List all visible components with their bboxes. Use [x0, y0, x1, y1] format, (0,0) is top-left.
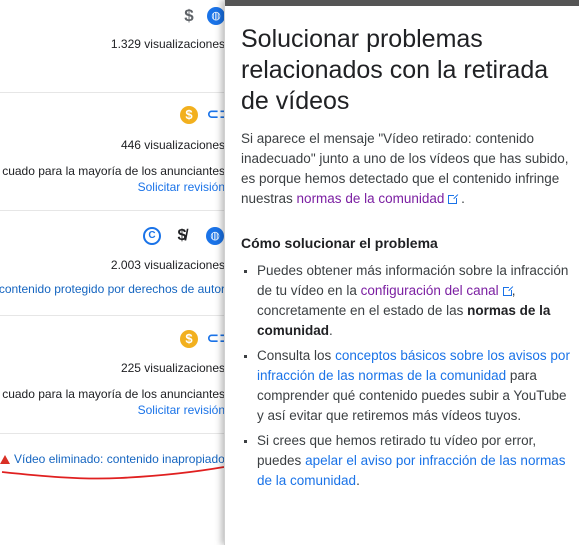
copyright-status-link[interactable]: contenido protegido por derechos de auto… [0, 282, 225, 296]
request-review-link[interactable]: Solicitar revisión [138, 180, 225, 194]
intro-end: . [461, 191, 465, 206]
request-review-link[interactable]: Solicitar revisión [138, 403, 225, 417]
section-heading: Cómo solucionar el problema [241, 235, 438, 251]
external-link-icon [448, 193, 460, 204]
help-article-title: Solucionar problemas relacionados con la… [241, 25, 549, 115]
panel-top-bar [225, 0, 579, 6]
copyright-icon[interactable]: C [143, 227, 161, 245]
video-row: $ ⊂⊃ 225 visualizaciones cuado para la m… [0, 315, 225, 434]
external-link-icon [502, 285, 514, 296]
intro-paragraph: Si aparece el mensaje "Vídeo retirado: c… [241, 129, 571, 209]
help-panel: Solucionar problemas relacionados con la… [224, 0, 579, 545]
globe-icon[interactable]: ◍ [206, 227, 224, 245]
view-count: 2.003 visualizaciones [110, 258, 225, 272]
ad-suitability-status: cuado para la mayoría de los anunciantes [2, 387, 225, 401]
community-guidelines-link[interactable]: normas de la comunidad [297, 191, 460, 206]
red-annotation-underline [1, 466, 225, 480]
ad-suitability-status: cuado para la mayoría de los anunciantes [2, 164, 225, 178]
link-icon[interactable]: ⊂⊃ [206, 330, 225, 348]
monetization-on-icon[interactable]: $ [180, 330, 198, 348]
list-item: Si crees que hemos retirado tu vídeo por… [241, 431, 571, 491]
monetization-on-icon[interactable]: $ [180, 106, 198, 124]
globe-icon[interactable]: ◍ [207, 7, 225, 25]
channel-settings-link[interactable]: configuración del canal [361, 283, 514, 298]
list-item: Consulta los conceptos básicos sobre los… [241, 346, 571, 426]
list-item: Puedes obtener más información sobre la … [241, 261, 571, 341]
view-count: 225 visualizaciones [120, 361, 225, 375]
monetization-off-icon[interactable]: $ [180, 7, 198, 25]
video-row: C $̸ ◍ 2.003 visualizaciones contenido p… [0, 210, 225, 316]
video-row: $ ◍ 1.329 visualizaciones [0, 0, 225, 93]
view-count: 1.329 visualizaciones [110, 37, 225, 51]
video-row: $ ⊂⊃ 446 visualizaciones cuado para la m… [0, 92, 225, 211]
appeal-strike-link[interactable]: apelar el aviso por infracción de las no… [257, 453, 565, 488]
video-list: $ ◍ 1.329 visualizaciones $ ⊂⊃ 446 visua… [0, 0, 225, 545]
link-icon[interactable]: ⊂⊃ [206, 106, 225, 124]
monetization-disabled-icon[interactable]: $̸ [173, 227, 191, 245]
view-count: 446 visualizaciones [120, 138, 225, 152]
fix-steps-list: Puedes obtener más información sobre la … [241, 261, 571, 491]
